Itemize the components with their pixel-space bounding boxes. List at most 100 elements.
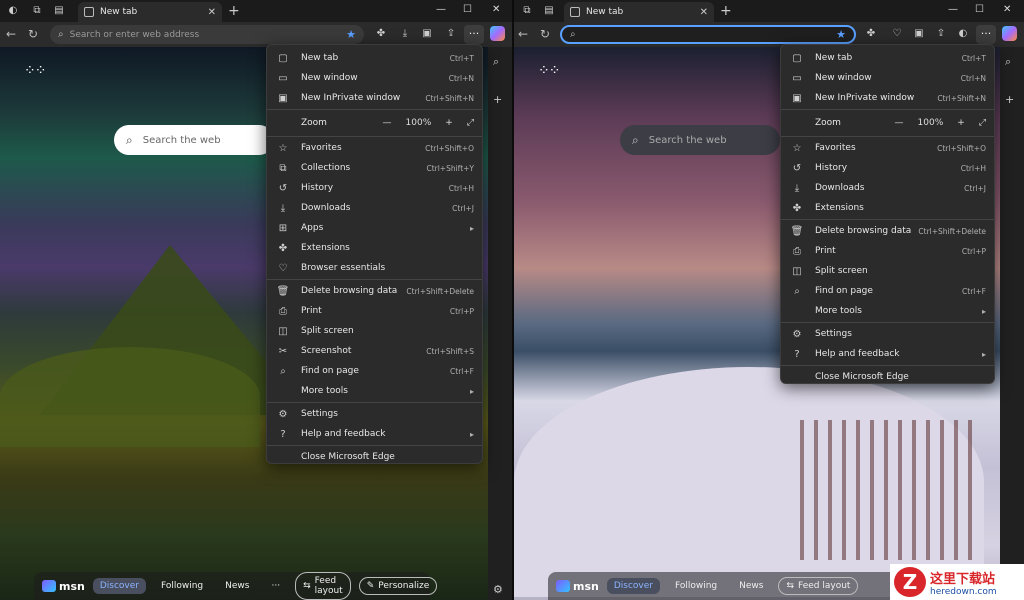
sidebar-search-icon[interactable]: ⌕	[493, 55, 499, 69]
menu-item-print[interactable]: ⎙ Print Ctrl+P	[267, 301, 482, 321]
fullscreen-icon[interactable]: ⤢	[467, 118, 474, 128]
copilot-icon[interactable]	[490, 26, 505, 41]
menu-item-favorites[interactable]: ☆ Favorites Ctrl+Shift+O	[267, 138, 482, 158]
zoom-in-button[interactable]: +	[957, 118, 965, 128]
menu-item-settings[interactable]: ⚙ Settings	[781, 324, 994, 344]
menu-item-screenshot[interactable]: ✂ Screenshot Ctrl+Shift+S	[267, 341, 482, 361]
browser-essentials-icon[interactable]: ♡	[890, 28, 904, 39]
menu-item-find-on-page[interactable]: ⌕ Find on page Ctrl+F	[267, 361, 482, 381]
sidebar-add-icon[interactable]: +	[493, 93, 502, 106]
maximize-icon[interactable]: ☐	[463, 4, 472, 15]
menu-item-close-edge[interactable]: Close Microsoft Edge	[781, 367, 994, 387]
share-icon[interactable]: ⇪	[934, 28, 948, 39]
maximize-icon[interactable]: ☐	[975, 4, 984, 15]
menu-item-close-edge[interactable]: Close Microsoft Edge	[267, 447, 482, 467]
menu-item-extensions[interactable]: ✤ Extensions	[267, 238, 482, 258]
menu-item-split-screen[interactable]: ◫ Split screen	[781, 261, 994, 281]
menu-item-settings[interactable]: ⚙ Settings	[267, 404, 482, 424]
msn-brand[interactable]: msn	[556, 580, 599, 593]
menu-item-history[interactable]: ↺ History Ctrl+H	[781, 158, 994, 178]
menu-item-history[interactable]: ↺ History Ctrl+H	[267, 178, 482, 198]
msn-brand[interactable]: msn	[42, 580, 85, 593]
menu-item-more-tools[interactable]: More tools ▸	[267, 381, 482, 401]
zoom-out-button[interactable]: —	[895, 118, 904, 128]
zoom-in-button[interactable]: +	[445, 118, 453, 128]
menu-item-apps[interactable]: ⊞ Apps ▸	[267, 218, 482, 238]
app-launcher-icon[interactable]: ⁘⁘	[24, 63, 46, 79]
more-tabs-button[interactable]: ···	[264, 578, 287, 594]
web-search-box[interactable]: ⌕ Search the web	[620, 125, 780, 155]
tab-news[interactable]: News	[732, 578, 770, 594]
menu-item-collections[interactable]: ⧉ Collections Ctrl+Shift+Y	[267, 158, 482, 178]
share-icon[interactable]: ⇪	[444, 28, 458, 39]
address-bar[interactable]: ⌕ Search or enter web address ★	[50, 25, 364, 44]
workspaces-icon[interactable]: ⧉	[30, 4, 44, 18]
new-tab-button[interactable]: +	[720, 3, 732, 19]
refresh-icon[interactable]: ↻	[28, 27, 38, 41]
menu-item-delete-browsing-data[interactable]: 🗑 Delete browsing data Ctrl+Shift+Delete	[781, 221, 994, 241]
menu-item-downloads[interactable]: ⤓ Downloads Ctrl+J	[267, 198, 482, 218]
menu-item-new-tab[interactable]: ▢ New tab Ctrl+T	[267, 48, 482, 68]
favorite-star-icon[interactable]: ★	[346, 28, 356, 41]
tab-new-tab[interactable]: New tab ✕	[78, 2, 222, 22]
menu-item-help-and-feedback[interactable]: ? Help and feedback ▸	[267, 424, 482, 444]
menu-item-browser-essentials[interactable]: ♡ Browser essentials	[267, 258, 482, 278]
extensions-icon[interactable]: ✤	[864, 28, 878, 39]
profile-icon[interactable]: ◐	[956, 28, 970, 39]
settings-and-more-button[interactable]: ···	[464, 25, 484, 44]
menu-item-new-inprivate-window[interactable]: ▣ New InPrivate window Ctrl+Shift+N	[781, 88, 994, 108]
zoom-out-button[interactable]: —	[383, 118, 392, 128]
tab-following[interactable]: Following	[154, 578, 210, 594]
downloads-icon[interactable]: ⤓	[398, 28, 412, 39]
feed-layout-button[interactable]: ⇆ Feed layout	[778, 577, 859, 595]
menu-item-new-window[interactable]: ▭ New window Ctrl+N	[781, 68, 994, 88]
tab-actions-icon[interactable]: ▤	[52, 4, 66, 18]
workspaces-icon[interactable]: ⧉	[520, 4, 534, 18]
tab-actions-icon[interactable]: ▤	[542, 4, 556, 18]
wallet-icon[interactable]: ▣	[912, 28, 926, 39]
menu-item-split-screen[interactable]: ◫ Split screen	[267, 321, 482, 341]
tab-discover[interactable]: Discover	[92, 578, 146, 594]
menu-item-delete-browsing-data[interactable]: 🗑 Delete browsing data Ctrl+Shift+Delete	[267, 281, 482, 301]
back-icon[interactable]: ←	[518, 27, 528, 41]
menu-item-more-tools[interactable]: More tools ▸	[781, 301, 994, 321]
menu-item-find-on-page[interactable]: ⌕ Find on page Ctrl+F	[781, 281, 994, 301]
tab-discover[interactable]: Discover	[606, 578, 660, 594]
menu-item-new-window[interactable]: ▭ New window Ctrl+N	[267, 68, 482, 88]
menu-item-extensions[interactable]: ✤ Extensions	[781, 198, 994, 218]
minimize-icon[interactable]: —	[948, 4, 958, 15]
profile-icon[interactable]: ◐	[6, 4, 20, 18]
wallet-icon[interactable]: ▣	[420, 28, 434, 39]
tab-new-tab[interactable]: New tab ✕	[564, 2, 714, 22]
watermark-en: heredown.com	[930, 586, 997, 597]
sidebar-search-icon[interactable]: ⌕	[1005, 55, 1011, 69]
new-tab-button[interactable]: +	[228, 3, 240, 19]
menu-item-favorites[interactable]: ☆ Favorites Ctrl+Shift+O	[781, 138, 994, 158]
web-search-box[interactable]: ⌕ Search the web	[114, 125, 274, 155]
favorite-star-icon[interactable]: ★	[836, 28, 846, 41]
menu-item-print[interactable]: ⎙ Print Ctrl+P	[781, 241, 994, 261]
tab-news[interactable]: News	[218, 578, 256, 594]
sidebar-settings-icon[interactable]: ⚙	[493, 583, 503, 596]
menu-item-help-and-feedback[interactable]: ? Help and feedback ▸	[781, 344, 994, 364]
minimize-icon[interactable]: —	[436, 4, 446, 15]
back-icon[interactable]: ←	[6, 27, 16, 41]
copilot-icon[interactable]	[1002, 26, 1017, 41]
close-tab-icon[interactable]: ✕	[208, 7, 216, 18]
extensions-icon[interactable]: ✤	[374, 28, 388, 39]
close-tab-icon[interactable]: ✕	[700, 7, 708, 18]
settings-and-more-button[interactable]: ···	[976, 25, 996, 44]
address-bar[interactable]: ⌕ ★	[560, 25, 856, 44]
feed-layout-button[interactable]: ⇆ Feed layout	[295, 572, 351, 600]
sidebar-add-icon[interactable]: +	[1005, 93, 1014, 106]
fullscreen-icon[interactable]: ⤢	[979, 118, 986, 128]
tab-following[interactable]: Following	[668, 578, 724, 594]
menu-item-new-tab[interactable]: ▢ New tab Ctrl+T	[781, 48, 994, 68]
refresh-icon[interactable]: ↻	[540, 27, 550, 41]
app-launcher-icon[interactable]: ⁘⁘	[538, 63, 560, 79]
close-window-icon[interactable]: ✕	[492, 4, 500, 15]
menu-item-downloads[interactable]: ⤓ Downloads Ctrl+J	[781, 178, 994, 198]
close-window-icon[interactable]: ✕	[1003, 4, 1011, 15]
personalize-button[interactable]: ✎ Personalize	[358, 577, 438, 595]
menu-item-new-inprivate-window[interactable]: ▣ New InPrivate window Ctrl+Shift+N	[267, 88, 482, 108]
